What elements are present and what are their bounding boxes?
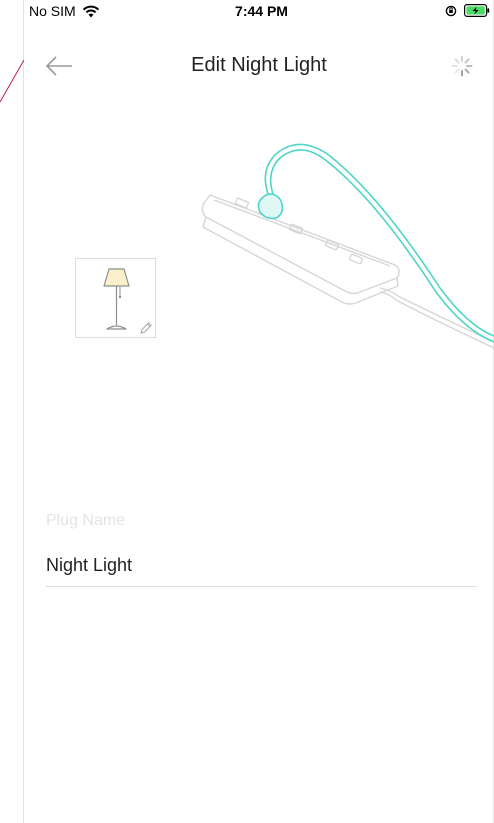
clock: 7:44 PM: [235, 3, 288, 19]
smart-plug-illustration: [201, 143, 494, 349]
page-title: Edit Night Light: [191, 54, 327, 76]
status-bar: No SIM 7:44 PM: [29, 0, 494, 24]
device-icon-button[interactable]: [75, 258, 156, 338]
rotation-lock-icon: [445, 5, 457, 16]
plug-name-label: Plug Name: [46, 512, 126, 529]
loading-spinner-icon: [450, 54, 474, 78]
input-underline: [46, 586, 477, 587]
pencil-icon[interactable]: [139, 321, 153, 335]
navigation-bar: Edit Night Light: [24, 40, 494, 94]
decorative-line: [0, 60, 24, 103]
battery-charging-icon: [464, 4, 490, 17]
plug-name-input[interactable]: [46, 551, 477, 579]
page-edge: [23, 0, 24, 823]
